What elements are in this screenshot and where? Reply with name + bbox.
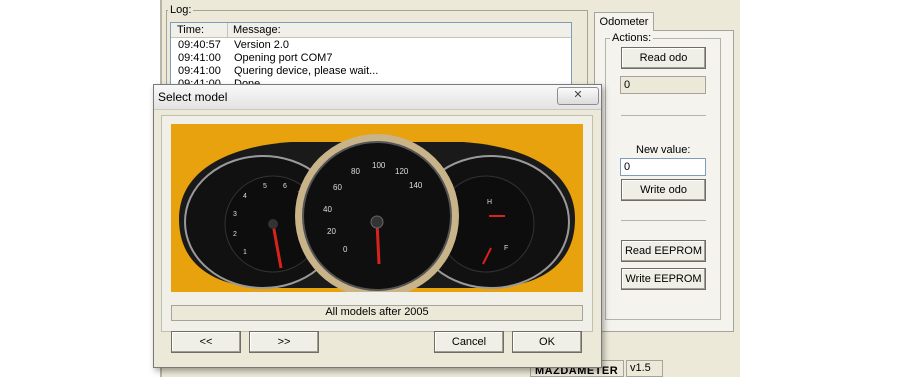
speed-tick-0: 0 — [343, 245, 348, 254]
speed-tick-40: 40 — [323, 205, 332, 214]
write-odo-button[interactable]: Write odo — [621, 179, 706, 201]
previous-model-button[interactable]: << — [171, 331, 241, 353]
read-eeprom-button[interactable]: Read EEPROM — [621, 240, 706, 262]
tach-tick-6: 6 — [283, 183, 287, 190]
write-eeprom-button[interactable]: Write EEPROM — [621, 268, 706, 290]
fuel-label: F — [504, 245, 508, 252]
divider — [621, 115, 706, 116]
status-version: v1.5 — [626, 360, 663, 377]
read-odo-button[interactable]: Read odo — [621, 47, 706, 69]
new-value-label: New value: — [636, 144, 691, 156]
column-separator[interactable] — [227, 23, 228, 37]
tach-tick-3: 3 — [233, 211, 237, 218]
log-message: Quering device, please wait... — [234, 65, 379, 77]
log-time: 09:41:00 — [178, 65, 221, 77]
new-value-input[interactable]: 0 — [620, 158, 706, 176]
speed-tick-60: 60 — [333, 183, 342, 192]
log-group-title: Log: — [168, 4, 194, 16]
log-time: 09:41:00 — [178, 52, 221, 64]
tach-tick-2: 2 — [233, 231, 237, 238]
model-caption: All models after 2005 — [171, 305, 583, 321]
next-model-button[interactable]: >> — [249, 331, 319, 353]
column-header-time[interactable]: Time: — [177, 24, 204, 36]
instrument-cluster-image: 1 2 3 4 5 6 7 H F 0 20 40 60 80 100 120 — [171, 124, 583, 292]
tab-odometer[interactable]: Odometer — [594, 12, 654, 31]
log-message: Version 2.0 — [234, 39, 290, 51]
log-row[interactable]: 09:41:00 Quering device, please wait... — [171, 65, 571, 77]
tachometer-hub — [268, 219, 278, 229]
instrument-cluster-illustration: 1 2 3 4 5 6 7 H F 0 20 40 60 80 100 120 — [179, 134, 575, 292]
tach-tick-4: 4 — [243, 193, 247, 200]
speed-tick-80: 80 — [351, 167, 360, 176]
cancel-button[interactable]: Cancel — [434, 331, 504, 353]
dialog-title: Select model — [158, 90, 228, 104]
speed-tick-20: 20 — [327, 227, 336, 236]
log-message: Opening port COM7 — [234, 52, 333, 64]
dialog-titlebar[interactable]: Select model ✕ — [154, 85, 601, 110]
tach-tick-5: 5 — [263, 183, 267, 190]
speed-tick-100: 100 — [372, 161, 386, 170]
speed-tick-140: 140 — [409, 181, 423, 190]
speed-tick-120: 120 — [395, 167, 409, 176]
log-time: 09:40:57 — [178, 39, 221, 51]
odo-value-field: 0 — [620, 76, 706, 94]
temp-label: H — [487, 199, 492, 206]
ok-button[interactable]: OK — [512, 331, 582, 353]
select-model-dialog: Select model ✕ 1 2 3 4 5 6 7 H F — [153, 84, 602, 368]
log-row[interactable]: 09:40:57 Version 2.0 — [171, 39, 571, 51]
speedometer-hub — [370, 215, 384, 229]
close-icon[interactable]: ✕ — [557, 87, 599, 105]
tach-tick-1: 1 — [243, 249, 247, 256]
log-header: Time: Message: — [171, 23, 571, 38]
column-header-message[interactable]: Message: — [233, 24, 281, 36]
divider — [621, 220, 706, 221]
actions-group-title: Actions: — [610, 32, 654, 44]
log-row[interactable]: 09:41:00 Opening port COM7 — [171, 52, 571, 64]
